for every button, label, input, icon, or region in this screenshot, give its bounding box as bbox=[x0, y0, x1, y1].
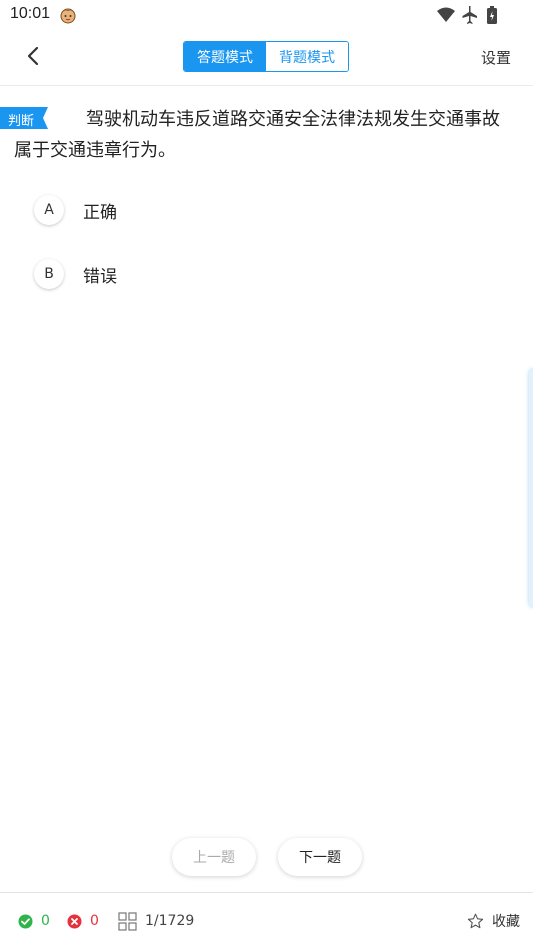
memorize-mode-tab[interactable]: 背题模式 bbox=[266, 42, 348, 71]
correct-count: 0 bbox=[18, 911, 50, 931]
wrong-count-value: 0 bbox=[90, 913, 99, 929]
status-bar: 10:01 bbox=[0, 0, 533, 30]
settings-button[interactable]: 设置 bbox=[481, 47, 511, 68]
answer-mode-tab[interactable]: 答题模式 bbox=[184, 42, 266, 71]
chevron-left-icon bbox=[27, 46, 39, 66]
correct-count-value: 0 bbox=[41, 913, 50, 929]
option-letter: A bbox=[34, 195, 64, 225]
star-icon bbox=[467, 913, 484, 928]
prev-question-button[interactable]: 上一题 bbox=[172, 838, 256, 876]
status-time: 10:01 bbox=[10, 5, 51, 22]
notification-avatar-icon bbox=[58, 6, 78, 24]
check-circle-icon bbox=[18, 914, 33, 928]
question-index-button[interactable]: 1/1729 bbox=[118, 911, 194, 931]
progress-counter: 1/1729 bbox=[145, 913, 195, 929]
grid-icon bbox=[118, 911, 137, 931]
option-text: 错误 bbox=[83, 266, 117, 287]
mode-switch: 答题模式 背题模式 bbox=[183, 41, 349, 72]
option-text: 正确 bbox=[83, 202, 117, 223]
cross-circle-icon bbox=[67, 914, 82, 928]
top-nav: 答题模式 背题模式 设置 bbox=[0, 30, 533, 86]
battery-icon bbox=[487, 6, 497, 24]
wifi-icon bbox=[437, 7, 455, 22]
question-text: 驾驶机动车违反道路交通安全法律法规发生交通事故属于交通违章行为。 bbox=[14, 109, 500, 161]
bottom-bar: 0 0 1/1729 收藏 bbox=[0, 892, 533, 948]
status-icons bbox=[435, 5, 505, 25]
wrong-count: 0 bbox=[67, 911, 99, 931]
option-b[interactable]: B 错误 bbox=[34, 259, 117, 289]
option-a[interactable]: A 正确 bbox=[34, 195, 117, 225]
favorite-button[interactable]: 收藏 bbox=[467, 911, 520, 931]
side-drawer-handle[interactable] bbox=[529, 368, 533, 608]
airplane-icon bbox=[462, 6, 477, 24]
back-button[interactable] bbox=[20, 42, 48, 70]
option-letter: B bbox=[34, 259, 64, 289]
next-question-button[interactable]: 下一题 bbox=[278, 838, 362, 876]
favorite-label: 收藏 bbox=[492, 914, 520, 930]
